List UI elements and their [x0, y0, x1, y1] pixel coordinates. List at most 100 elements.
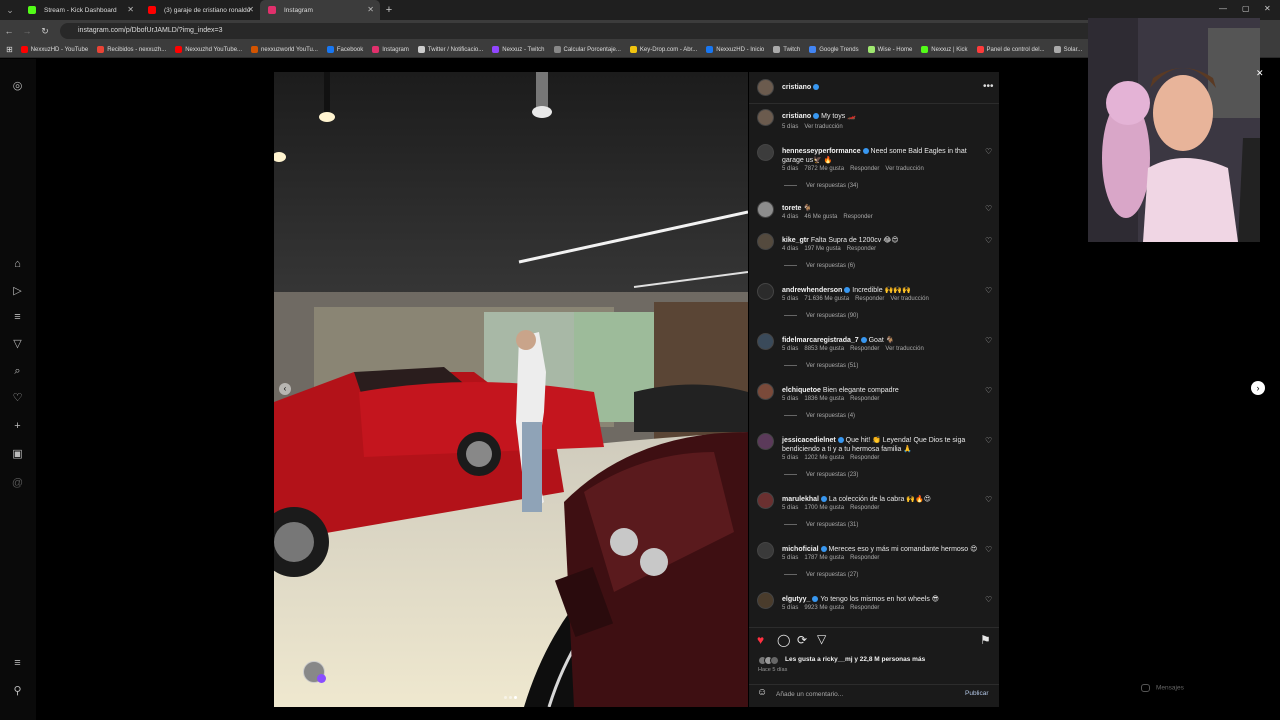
bookmark-item[interactable]: NexxuzHD - YouTube	[20, 46, 88, 53]
likes-summary[interactable]: Les gusta a ricky__mj y 22,8 M personas …	[785, 656, 925, 663]
new-tab-plus-icon[interactable]: +	[380, 4, 398, 16]
save-bookmark-icon[interactable]: ⚑	[980, 633, 991, 647]
comment-like-heart-icon[interactable]: ♡	[985, 495, 992, 504]
comment-likes[interactable]: 9923 Me gusta	[804, 605, 844, 611]
close-tab-icon[interactable]: ✕	[127, 5, 134, 14]
previous-photo-button[interactable]: ‹	[279, 383, 291, 395]
create-plus-icon[interactable]: +	[11, 420, 24, 433]
publish-button[interactable]: Publicar	[965, 690, 988, 697]
comment-likes[interactable]: 1787 Me gusta	[804, 555, 844, 561]
tagged-user-avatar[interactable]	[303, 661, 326, 683]
add-comment-input[interactable]	[776, 689, 956, 699]
comment-likes[interactable]: 1836 Me gusta	[804, 396, 844, 402]
commenter-avatar[interactable]	[757, 201, 774, 218]
bookmark-folder[interactable]: Twitch	[773, 46, 800, 53]
view-replies-link[interactable]: Ver respuestas (31)	[784, 522, 858, 528]
explore-icon[interactable]: ≡	[11, 311, 24, 324]
reply-link[interactable]: Responder	[850, 396, 879, 402]
comment-like-heart-icon[interactable]: ♡	[985, 436, 992, 445]
bookmark-item[interactable]: Key-Drop.com - Abr...	[629, 46, 697, 53]
commenter-username[interactable]: fidelmarcaregistrada_7	[782, 337, 859, 344]
reload-icon[interactable]: ↻	[36, 26, 54, 37]
commenter-username[interactable]: marulekhal	[782, 496, 819, 503]
caption-avatar[interactable]	[757, 109, 774, 126]
search-icon[interactable]: ⌕	[11, 365, 24, 378]
commenter-username[interactable]: elchiquetoe	[782, 387, 821, 394]
overlay-close-icon[interactable]: ✕	[1256, 68, 1264, 79]
reply-link[interactable]: Responder	[850, 455, 879, 461]
bookmark-item[interactable]: Nexxuz - Twitch	[492, 46, 545, 53]
comment-likes[interactable]: 1700 Me gusta	[804, 505, 844, 511]
comment-likes[interactable]: 1202 Me gusta	[804, 455, 844, 461]
comment-likes[interactable]: 8853 Me gusta	[804, 346, 844, 352]
reply-link[interactable]: Responder	[847, 246, 876, 252]
tab-search-icon[interactable]: ⌄	[0, 5, 20, 16]
comment-like-heart-icon[interactable]: ♡	[985, 236, 992, 245]
commenter-username[interactable]: andrewhenderson	[782, 287, 842, 294]
bookmark-item[interactable]: Nexxuzhd YouTube...	[175, 46, 242, 53]
reply-link[interactable]: Responder	[850, 505, 879, 511]
back-arrow-icon[interactable]: ←	[0, 26, 18, 36]
commenter-username[interactable]: torete	[782, 205, 801, 212]
like-heart-icon[interactable]: ♥	[757, 633, 764, 647]
author-avatar[interactable]	[757, 79, 774, 96]
forward-arrow-icon[interactable]: →	[18, 26, 36, 36]
repost-icon[interactable]: ⟳	[797, 633, 807, 647]
commenter-avatar[interactable]	[757, 492, 774, 509]
commenter-avatar[interactable]	[757, 383, 774, 400]
maximize-icon[interactable]: ▢	[1242, 4, 1250, 13]
commenter-username[interactable]: jessicacedielnet	[782, 437, 836, 444]
commenter-avatar[interactable]	[757, 542, 774, 559]
comment-like-heart-icon[interactable]: ♡	[985, 286, 992, 295]
comment-like-heart-icon[interactable]: ♡	[985, 545, 992, 554]
see-translation-link[interactable]: Ver traducción	[885, 346, 923, 352]
heart-icon[interactable]: ♡	[11, 392, 24, 405]
view-replies-link[interactable]: Ver respuestas (27)	[784, 572, 858, 578]
emoji-icon[interactable]: ☺	[757, 687, 767, 698]
next-post-button[interactable]: ›	[1251, 381, 1265, 395]
bookmark-item[interactable]: Wise - Home	[867, 46, 912, 53]
commenter-avatar[interactable]	[757, 233, 774, 250]
comment-like-heart-icon[interactable]: ♡	[985, 204, 992, 213]
view-replies-link[interactable]: Ver respuestas (34)	[784, 183, 858, 189]
commenter-username[interactable]: elgutyy_	[782, 596, 810, 603]
bookmark-item[interactable]: Nexxuz | Kick	[921, 46, 968, 53]
tab-instagram[interactable]: Instagram ✕	[260, 0, 380, 20]
address-bar[interactable]: instagram.com/p/DbofUrJAMLD/?img_index=3	[60, 23, 1140, 39]
commenter-avatar[interactable]	[757, 333, 774, 350]
instagram-logo-icon[interactable]: ◎	[11, 80, 24, 93]
commenter-username[interactable]: kike_gtr	[782, 237, 809, 244]
messages-button[interactable]: Mensajes	[1141, 684, 1249, 696]
reply-link[interactable]: Responder	[850, 346, 879, 352]
view-replies-link[interactable]: Ver respuestas (4)	[784, 413, 855, 419]
see-translation-link[interactable]: Ver traducción	[804, 124, 842, 130]
tab-kick-dashboard[interactable]: Stream - Kick Dashboard ✕	[20, 0, 140, 20]
bookmark-item[interactable]: Twitter / Notificacio...	[417, 46, 483, 53]
more-options-icon[interactable]: •••	[983, 81, 994, 92]
commenter-avatar[interactable]	[757, 144, 774, 161]
bookmark-item[interactable]: Recibidos - nexxuzh...	[97, 46, 166, 53]
reels-icon[interactable]: ▷	[11, 285, 24, 298]
close-window-icon[interactable]: ✕	[1264, 4, 1271, 13]
comment-likes[interactable]: 7872 Me gusta	[804, 166, 844, 172]
commenter-avatar[interactable]	[757, 592, 774, 609]
see-translation-link[interactable]: Ver traducción	[890, 296, 928, 302]
bookmark-item[interactable]: NexxuzHD - Inicio	[706, 46, 764, 53]
comment-likes[interactable]: 71.636 Me gusta	[804, 296, 849, 302]
share-icon[interactable]: ▽	[817, 632, 826, 646]
bookmark-item[interactable]: Solar...	[1053, 46, 1082, 53]
home-icon[interactable]: ⌂	[11, 258, 24, 271]
author-username[interactable]: cristiano	[782, 84, 820, 91]
view-replies-link[interactable]: Ver respuestas (90)	[784, 313, 858, 319]
threads-icon[interactable]: @	[11, 477, 24, 490]
post-photo[interactable]	[274, 72, 748, 707]
commenter-avatar[interactable]	[757, 433, 774, 450]
reply-link[interactable]: Responder	[855, 296, 884, 302]
reply-link[interactable]: Responder	[843, 214, 872, 220]
bookmark-item[interactable]: Calcular Porcentaje...	[553, 46, 621, 53]
bookmark-item[interactable]: Facebook	[326, 46, 363, 53]
close-tab-icon[interactable]: ✕	[367, 5, 374, 14]
bookmark-item[interactable]: Panel de control del...	[976, 46, 1045, 53]
view-replies-link[interactable]: Ver respuestas (23)	[784, 472, 858, 478]
comment-likes[interactable]: 46 Me gusta	[804, 214, 837, 220]
